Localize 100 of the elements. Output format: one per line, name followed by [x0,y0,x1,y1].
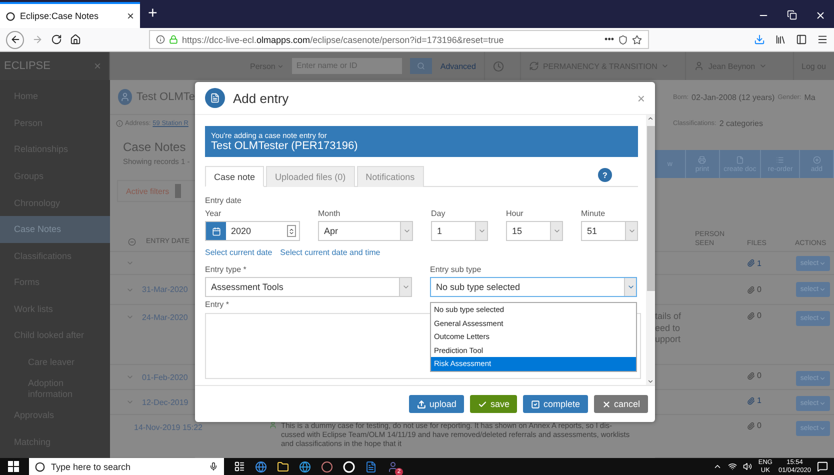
gender-value: Ma [804,93,816,102]
clock-icon [492,60,504,72]
notifications-icon[interactable] [817,461,828,472]
year-field[interactable]: 2020 [205,221,300,241]
close-icon[interactable] [815,10,826,21]
task-view-icon[interactable] [234,461,245,472]
link[interactable]: Select current date [205,248,272,257]
folder-icon[interactable] [277,460,289,472]
help-button[interactable]: ? [598,168,612,182]
caret-icon [818,425,826,432]
caret-icon [818,315,826,322]
caret-icon [818,286,826,293]
field-label: Hour [506,209,524,218]
files-count[interactable]: 0 [747,311,792,320]
tab[interactable]: Notifications [356,166,424,187]
caret-icon [661,62,670,70]
caret-icon [759,62,768,70]
caret-icon [277,62,284,70]
calendar-button[interactable] [206,222,226,240]
toolbar-icon [776,156,784,164]
entry-date: 01-Feb-2020 [142,373,188,382]
volume-icon[interactable] [743,462,752,471]
filter-chip [175,184,182,198]
caret-icon [552,227,560,235]
caret-icon [818,400,826,407]
dropdown-field[interactable]: Assessment Tools [205,277,412,297]
caret-icon [818,260,826,266]
spinner-button[interactable] [287,225,296,237]
paperclip-icon [747,422,755,430]
field-label: Entry type * [205,265,248,274]
sidebar-icon[interactable] [796,34,807,45]
back-button[interactable] [6,30,24,48]
info-icon [116,120,123,127]
chevron-icon[interactable] [713,462,722,471]
download-icon[interactable] [754,34,765,45]
cycle-icon [528,61,539,71]
paperclip-icon [747,396,755,404]
dropdown-field[interactable]: 51 [581,221,638,241]
taskbar-search-field[interactable]: Type here to search [29,458,224,475]
browser-tab[interactable]: Eclipse:Case Notes × [0,2,140,28]
caret-icon [478,227,486,235]
reload-icon[interactable] [51,34,62,45]
toolbar-icon [698,156,706,164]
files-count[interactable]: 1 [747,396,792,405]
page-title: Case Notes [123,140,186,154]
dialog-button[interactable]: complete [523,395,588,413]
field-label: Entry sub type [430,265,482,274]
tab[interactable]: Uploaded files (0) [266,166,355,187]
paperclip-icon [747,286,755,294]
advanced-search-link[interactable]: Advanced [440,62,476,70]
files-count[interactable]: 0 [747,421,792,430]
address-bar[interactable]: https://dcc-live-ecl.olmapps.com/eclipse/casenote/person?id=173196&reset=true ••• [149,30,649,49]
url-text: https://dcc-live-ecl.olmapps.com/eclipse/casenote/person?id=173196&reset=true [182,34,505,44]
library-icon[interactable] [775,34,786,45]
home-icon[interactable] [70,34,81,45]
files-count[interactable]: 0 [747,285,792,294]
network-icon[interactable] [728,462,738,471]
field-label: Year [205,209,222,218]
menu-icon[interactable] [817,34,828,45]
tab[interactable]: Case note [205,166,264,187]
scroll-up-icon[interactable] [647,115,654,122]
dialog-button[interactable]: save [470,395,518,413]
dropdown-field[interactable]: No sub type selected [430,277,637,297]
caret-icon [402,283,410,291]
dialog-button[interactable]: upload [409,395,464,413]
sidebar-close-button[interactable]: × [94,60,101,72]
files-count[interactable]: 1 [747,258,792,268]
user-icon [694,61,704,71]
caret-icon [628,227,636,235]
tab-title: Eclipse:Case Notes [20,11,100,21]
active-app-icon[interactable] [343,460,355,472]
windows-logo-icon[interactable] [8,461,19,472]
close-button[interactable]: × [637,92,645,104]
user-icon [120,92,130,102]
restore-icon[interactable] [787,10,797,20]
caret-icon [818,375,826,382]
files-count[interactable]: 0 [747,371,792,380]
tab-favicon-icon [6,12,15,20]
tab-close-button[interactable]: × [126,10,134,22]
star-icon[interactable] [632,34,642,44]
dropdown-field[interactable]: 1 [431,221,488,241]
lock-icon [169,35,178,44]
scrollbar-thumb[interactable] [646,126,654,291]
word-icon[interactable] [365,460,377,472]
new-tab-button[interactable]: + [140,5,166,28]
dialog-button[interactable]: cancel [594,395,648,413]
link[interactable]: Select current date and time [280,248,380,257]
person-name: Test OLMTe [136,91,195,103]
person-icon [269,421,277,429]
app-icon[interactable] [321,460,333,472]
dropdown-field[interactable]: Apr [318,221,413,241]
browser-icon[interactable] [255,460,267,472]
page-actions-button[interactable]: ••• [604,35,614,44]
dropdown-field[interactable]: 15 [506,221,563,241]
entry-date: 12-Dec-2019 [142,398,188,407]
browser-icon[interactable] [299,460,311,472]
case-note-text: tails of eed to upport [655,311,682,344]
scroll-down-icon[interactable] [647,378,654,385]
entry-date: 14-Nov-2019 15:22 [134,423,202,432]
check-icon [478,400,488,408]
